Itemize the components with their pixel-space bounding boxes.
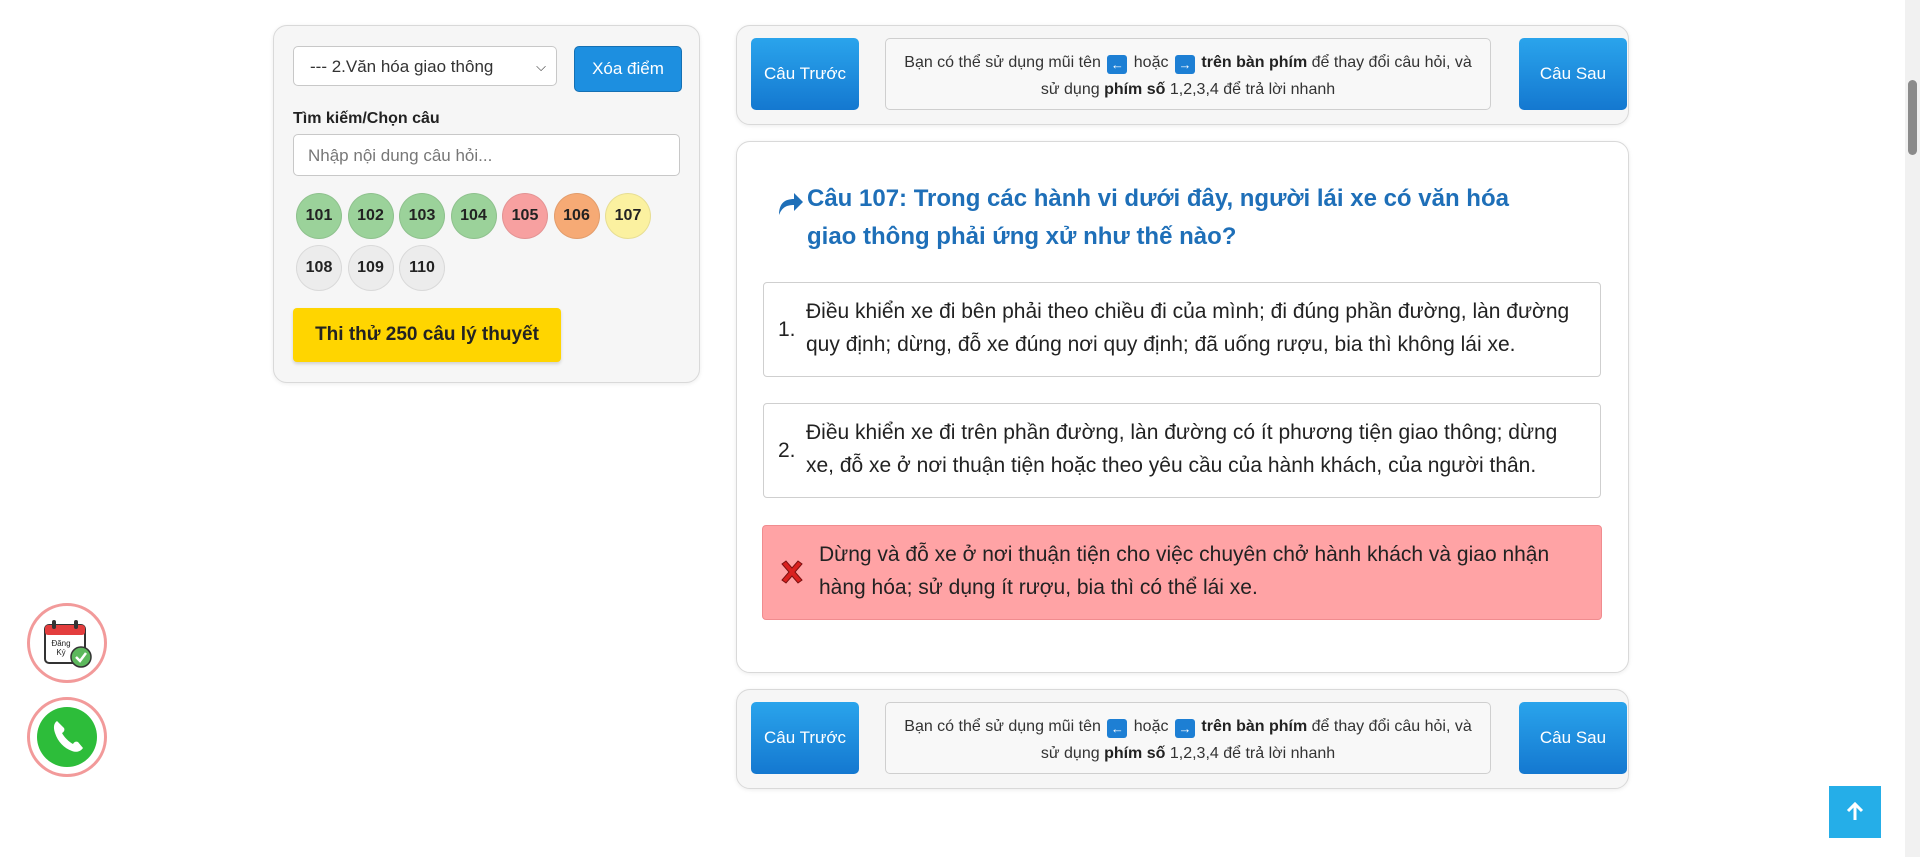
question-bubble[interactable]: 102 (347, 193, 394, 239)
question-card: Câu 107: Trong các hành vi dưới đây, ngư… (736, 141, 1629, 673)
question-bubble[interactable]: 109 (347, 245, 394, 291)
answer-option-3-wrong[interactable]: Dừng và đỗ xe ở nơi thuận tiện cho việc … (762, 525, 1602, 620)
arrow-right-key-icon: → (1174, 719, 1195, 738)
question-bubble[interactable]: 104 (450, 193, 497, 239)
chevron-down-icon: ⌵ (536, 59, 546, 74)
search-placeholder: Nhập nội dung câu hỏi... (308, 146, 493, 165)
practice-test-button[interactable]: Thi thử 250 câu lý thuyết (293, 308, 561, 362)
arrow-left-key-icon: ← (1107, 719, 1128, 738)
category-select-value: --- 2.Văn hóa giao thông (310, 57, 494, 76)
hint-text: Bạn có thể sử dụng mũi tên (904, 54, 1101, 71)
hint-numkeys-text: phím số (1104, 745, 1166, 762)
question-nav-bottom: Câu Trước Bạn có thể sử dụng mũi tên ← h… (736, 689, 1629, 789)
hint-keyboard-text: trên bàn phím (1201, 54, 1308, 71)
next-question-button[interactable]: Câu Sau (1519, 702, 1627, 774)
category-select[interactable]: --- 2.Văn hóa giao thông ⌵ (293, 46, 557, 86)
question-bubble[interactable]: 106 (553, 193, 600, 239)
question-bubble[interactable]: 101 (296, 193, 342, 239)
answer-text: Điều khiển xe đi bên phải theo chiều đi … (806, 300, 1570, 356)
keyboard-hint: Bạn có thể sử dụng mũi tên ← hoặc → trên… (885, 702, 1491, 774)
register-button[interactable]: Đăng Ký (27, 603, 107, 683)
hint-or-text: hoặc (1133, 718, 1169, 735)
question-bubble[interactable]: 107 (605, 193, 651, 239)
phone-icon (37, 707, 97, 767)
page-scrollbar[interactable] (1905, 0, 1920, 857)
question-bubble[interactable]: 108 (296, 245, 342, 291)
register-label-line1: Đăng (51, 639, 70, 648)
calendar-check-icon: Đăng Ký (44, 620, 92, 668)
question-selector-panel: --- 2.Văn hóa giao thông ⌵ Xóa điểm Tìm … (273, 25, 700, 383)
question-bubble[interactable]: 105 (502, 193, 548, 239)
hint-text-3: 1,2,3,4 để trả lời nhanh (1169, 81, 1336, 98)
prev-question-button[interactable]: Câu Trước (751, 702, 859, 774)
answer-number: 1. (778, 318, 796, 341)
wrong-x-icon (781, 560, 803, 584)
register-label-line2: Ký (56, 648, 65, 657)
share-arrow-icon (779, 193, 803, 215)
prev-question-button[interactable]: Câu Trước (751, 38, 859, 110)
scrollbar-thumb[interactable] (1908, 80, 1917, 155)
search-label: Tìm kiếm/Chọn câu (293, 110, 440, 127)
answer-option-2[interactable]: 2. Điều khiển xe đi trên phần đường, làn… (763, 403, 1601, 498)
answer-text: Điều khiển xe đi trên phần đường, làn đư… (806, 421, 1558, 477)
search-input[interactable]: Nhập nội dung câu hỏi... (293, 134, 680, 176)
hint-text: Bạn có thể sử dụng mũi tên (904, 718, 1101, 735)
question-nav-top: Câu Trước Bạn có thể sử dụng mũi tên ← h… (736, 25, 1629, 125)
answer-number: 2. (778, 439, 796, 462)
question-bubble[interactable]: 103 (399, 193, 445, 239)
hint-or-text: hoặc (1133, 54, 1169, 71)
answer-text: Dừng và đỗ xe ở nơi thuận tiện cho việc … (819, 543, 1550, 599)
hint-text-3: 1,2,3,4 để trả lời nhanh (1169, 745, 1336, 762)
arrow-left-key-icon: ← (1107, 55, 1128, 74)
back-to-top-button[interactable] (1829, 786, 1881, 838)
clear-score-button[interactable]: Xóa điểm (574, 46, 682, 92)
next-question-button[interactable]: Câu Sau (1519, 38, 1627, 110)
keyboard-hint: Bạn có thể sử dụng mũi tên ← hoặc → trên… (885, 38, 1491, 110)
answer-option-1[interactable]: 1. Điều khiển xe đi bên phải theo chiều … (763, 282, 1601, 377)
phone-call-button[interactable] (27, 697, 107, 777)
question-bubble[interactable]: 110 (399, 245, 445, 291)
arrow-right-key-icon: → (1174, 55, 1195, 74)
question-title: Câu 107: Trong các hành vi dưới đây, ngư… (807, 185, 1509, 250)
hint-keyboard-text: trên bàn phím (1201, 718, 1308, 735)
hint-numkeys-text: phím số (1104, 81, 1166, 98)
arrow-up-icon (1846, 801, 1864, 820)
